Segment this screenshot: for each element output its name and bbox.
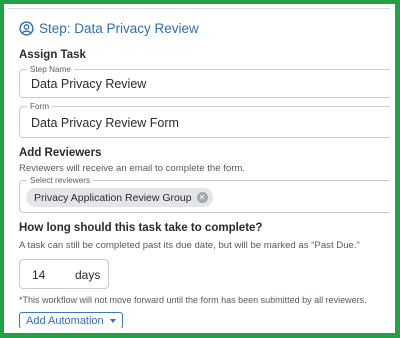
highlight-frame: Step: Data Privacy Review Assign Task St…: [0, 0, 400, 338]
add-reviewers-heading: Add Reviewers: [19, 147, 102, 159]
step-name-field[interactable]: Step Name Data Privacy Review: [19, 64, 390, 98]
add-automation-label: Add Automation: [26, 314, 104, 327]
select-reviewers-legend: Select reviewers: [27, 175, 94, 186]
step-title: Step: Data Privacy Review: [39, 21, 199, 36]
assign-task-heading: Assign Task: [19, 49, 86, 61]
reviewers-helper-text: Reviewers will receive an email to compl…: [19, 163, 246, 174]
step-header: Step: Data Privacy Review: [19, 21, 199, 36]
form-legend: Form: [27, 101, 53, 112]
step-panel: Step: Data Privacy Review Assign Task St…: [8, 8, 390, 328]
duration-heading: How long should this task take to comple…: [19, 222, 263, 234]
duration-input[interactable]: 14 days: [19, 259, 109, 289]
duration-unit: days: [75, 268, 101, 282]
add-automation-button[interactable]: Add Automation: [19, 312, 123, 328]
duration-helper-text: A task can still be completed past its d…: [19, 240, 360, 251]
reviewer-chip[interactable]: Privacy Application Review Group ✕: [26, 188, 213, 207]
form-field[interactable]: Form Data Privacy Review Form: [19, 101, 390, 138]
workflow-footnote: *This workflow will not move forward unt…: [19, 295, 367, 305]
select-reviewers-field[interactable]: Select reviewers Privacy Application Rev…: [19, 175, 390, 213]
close-circle-icon[interactable]: ✕: [196, 192, 208, 203]
user-circle-icon: [19, 21, 34, 36]
step-name-value: Data Privacy Review: [31, 77, 147, 91]
step-name-legend: Step Name: [27, 64, 74, 75]
form-value: Data Privacy Review Form: [31, 116, 179, 130]
caret-down-icon: [109, 318, 116, 323]
duration-value: 14: [32, 268, 46, 282]
reviewer-chip-label: Privacy Application Review Group: [34, 191, 192, 204]
